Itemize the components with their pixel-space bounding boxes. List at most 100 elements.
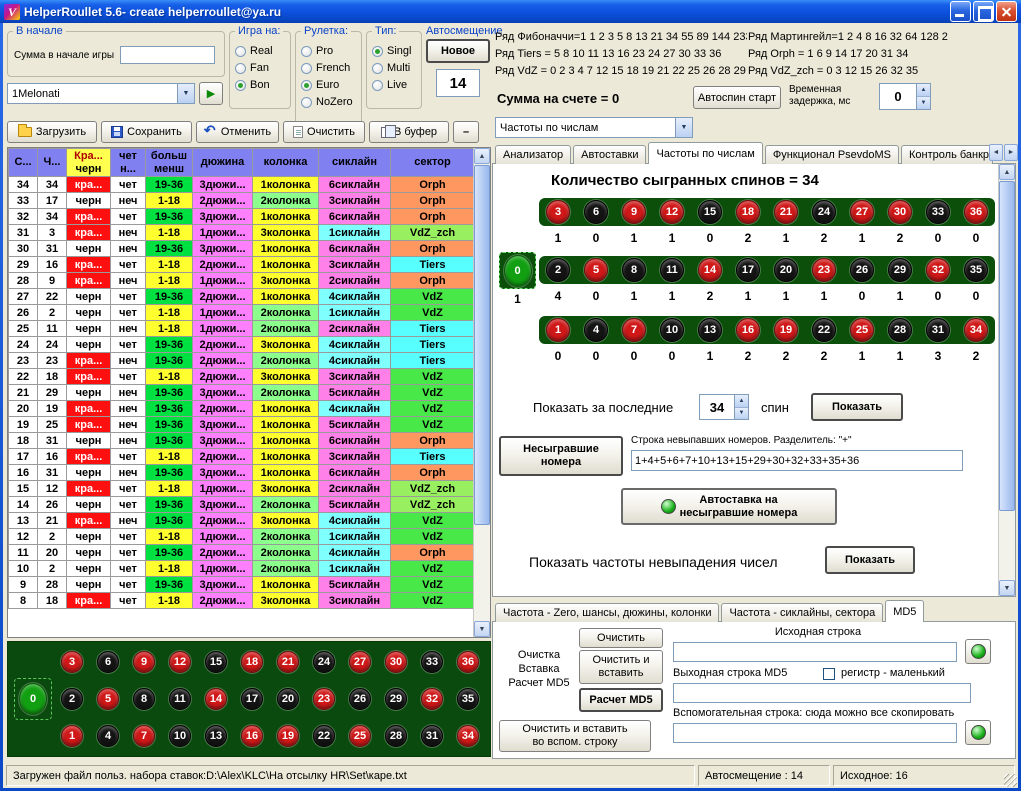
history-row[interactable]: 1512кра...чет1-181дюжи...3колонка2сиклай… — [9, 481, 475, 497]
radio-singl[interactable]: Singl — [372, 45, 416, 57]
number-chip-17[interactable]: 17 — [241, 688, 263, 710]
md5-calc-button[interactable]: Расчет MD5 — [579, 688, 663, 712]
number-chip-13[interactable]: 13 — [205, 725, 227, 747]
history-row[interactable]: 2323кра...неч19-362дюжи...2колонка4сикла… — [9, 353, 475, 369]
number-chip-19[interactable]: 19 — [277, 725, 299, 747]
autospin-start-button[interactable]: Автоспин старт — [693, 86, 781, 109]
history-row[interactable]: 2019кра...неч19-362дюжи...1колонка4сикла… — [9, 401, 475, 417]
number-chip-11[interactable]: 11 — [660, 258, 684, 282]
number-chip-29[interactable]: 29 — [888, 258, 912, 282]
number-chip-16[interactable]: 16 — [736, 318, 760, 342]
clear-button[interactable]: Очистить — [283, 121, 365, 143]
history-row[interactable]: 1631черннеч19-363дюжи...1колонка6сиклайн… — [9, 465, 475, 481]
history-row[interactable]: 818кра...чет1-182дюжи...3колонка3сиклайн… — [9, 593, 475, 609]
start-sum-input[interactable] — [120, 46, 215, 64]
history-row[interactable]: 3031черннеч19-363дюжи...1колонка6сиклайн… — [9, 241, 475, 257]
freq-show-button[interactable]: Показать — [825, 546, 915, 574]
history-row[interactable]: 1716кра...чет1-182дюжи...1колонка3сиклай… — [9, 449, 475, 465]
number-chip-12[interactable]: 12 — [660, 200, 684, 224]
number-chip-24[interactable]: 24 — [812, 200, 836, 224]
history-row[interactable]: 1426чернчет19-363дюжи...2колонка5сиклайн… — [9, 497, 475, 513]
number-chip-33[interactable]: 33 — [926, 200, 950, 224]
history-row[interactable]: 3317черннеч1-182дюжи...2колонка3сиклайнO… — [9, 193, 475, 209]
radio-nozero[interactable]: NoZero — [301, 96, 356, 108]
minimize-button[interactable] — [950, 1, 971, 22]
scroll-down-icon[interactable] — [474, 621, 490, 637]
history-row[interactable]: 1831черннеч19-363дюжи...1колонка6сиклайн… — [9, 433, 475, 449]
autoshift-new-button[interactable]: Новое — [426, 39, 490, 63]
number-chip-1[interactable]: 1 — [61, 725, 83, 747]
mode-combobox[interactable]: Частоты по числам — [495, 117, 693, 138]
number-chip-32[interactable]: 32 — [926, 258, 950, 282]
scroll-up-icon[interactable] — [999, 164, 1015, 180]
number-chip-9[interactable]: 9 — [622, 200, 646, 224]
number-chip-9[interactable]: 9 — [133, 651, 155, 673]
md5-source-led-button[interactable] — [965, 639, 991, 664]
missing-numbers-button[interactable]: Несыгравшиеномера — [499, 436, 623, 476]
number-chip-25[interactable]: 25 — [850, 318, 874, 342]
tab-autobets[interactable]: Автоставки — [573, 145, 646, 164]
tab-frequencies[interactable]: Частоты по числам — [648, 142, 762, 164]
number-chip-31[interactable]: 31 — [421, 725, 443, 747]
history-row[interactable]: 2916кра...чет1-182дюжи...1колонка3сиклай… — [9, 257, 475, 273]
number-chip-22[interactable]: 22 — [313, 725, 335, 747]
register-checkbox[interactable] — [823, 668, 835, 680]
spin-up-icon[interactable] — [917, 84, 930, 97]
chevron-down-icon[interactable] — [177, 84, 194, 103]
history-row[interactable]: 289кра...неч1-181дюжи...3колонка2сиклайн… — [9, 273, 475, 289]
number-chip-28[interactable]: 28 — [888, 318, 912, 342]
number-chip-6[interactable]: 6 — [584, 200, 608, 224]
tab-scroll-right-icon[interactable] — [1004, 144, 1018, 161]
number-chip-5[interactable]: 5 — [97, 688, 119, 710]
show-last-spinner[interactable]: 34 — [699, 394, 749, 420]
to-buffer-button[interactable]: В буфер — [369, 121, 449, 143]
history-row[interactable]: 1321кра...неч19-362дюжи...3колонка4сикла… — [9, 513, 475, 529]
number-chip-35[interactable]: 35 — [964, 258, 988, 282]
close-button[interactable] — [996, 1, 1017, 22]
history-row[interactable]: 2129черннеч19-363дюжи...2колонка5сиклайн… — [9, 385, 475, 401]
autobet-missing-button[interactable]: Автоставка нанесыгравшие номера — [621, 488, 837, 525]
number-chip-23[interactable]: 23 — [812, 258, 836, 282]
history-row[interactable]: 122чернчет1-181дюжи...2колонка1сиклайнVd… — [9, 529, 475, 545]
number-chip-16[interactable]: 16 — [241, 725, 263, 747]
number-chip-34[interactable]: 34 — [964, 318, 988, 342]
number-chip-30[interactable]: 30 — [385, 651, 407, 673]
radio-real[interactable]: Real — [235, 45, 285, 57]
scroll-up-icon[interactable] — [474, 148, 490, 164]
number-chip-24[interactable]: 24 — [313, 651, 335, 673]
md5-source-input[interactable] — [673, 642, 957, 662]
radio-euro[interactable]: Euro — [301, 79, 356, 91]
number-chip-10[interactable]: 10 — [169, 725, 191, 747]
radio-french[interactable]: French — [301, 62, 356, 74]
history-row[interactable]: 2424чернчет19-362дюжи...3колонка4сиклайн… — [9, 337, 475, 353]
chevron-down-icon[interactable] — [675, 118, 692, 137]
number-chip-2[interactable]: 2 — [546, 258, 570, 282]
number-chip-7[interactable]: 7 — [622, 318, 646, 342]
number-chip-17[interactable]: 17 — [736, 258, 760, 282]
missing-numbers-input[interactable] — [631, 450, 963, 471]
number-chip-14[interactable]: 14 — [205, 688, 227, 710]
tab-md5[interactable]: MD5 — [885, 600, 924, 622]
spin-up-icon[interactable] — [735, 395, 748, 408]
history-row[interactable]: 313кра...неч1-181дюжи...3колонка1сиклайн… — [9, 225, 475, 241]
table-scrollbar[interactable] — [473, 148, 490, 637]
number-chip-32[interactable]: 32 — [421, 688, 443, 710]
tab-freq-sectors[interactable]: Частота - сиклайны, сектора — [721, 603, 883, 622]
number-chip-21[interactable]: 21 — [774, 200, 798, 224]
history-row[interactable]: 2511черннеч1-181дюжи...2колонка2сиклайнT… — [9, 321, 475, 337]
scrollbar-thumb[interactable] — [999, 181, 1015, 511]
number-chip-34[interactable]: 34 — [457, 725, 479, 747]
number-chip-33[interactable]: 33 — [421, 651, 443, 673]
history-row[interactable]: 3434кра...чет19-363дюжи...1колонка6сикла… — [9, 177, 475, 193]
save-button[interactable]: Сохранить — [101, 121, 192, 143]
history-row[interactable]: 262чернчет1-181дюжи...2колонка1сиклайнVd… — [9, 305, 475, 321]
number-chip-5[interactable]: 5 — [584, 258, 608, 282]
panel-scrollbar[interactable] — [998, 164, 1015, 596]
number-chip-12[interactable]: 12 — [169, 651, 191, 673]
radio-fan[interactable]: Fan — [235, 62, 285, 74]
maximize-button[interactable] — [973, 1, 994, 22]
history-row[interactable]: 102чернчет1-181дюжи...2колонка1сиклайнVd… — [9, 561, 475, 577]
number-chip-0[interactable]: 0 — [504, 255, 532, 287]
preset-combobox[interactable]: 1Melonati — [7, 83, 195, 104]
history-row[interactable]: 3234кра...чет19-363дюжи...1колонка6сикла… — [9, 209, 475, 225]
